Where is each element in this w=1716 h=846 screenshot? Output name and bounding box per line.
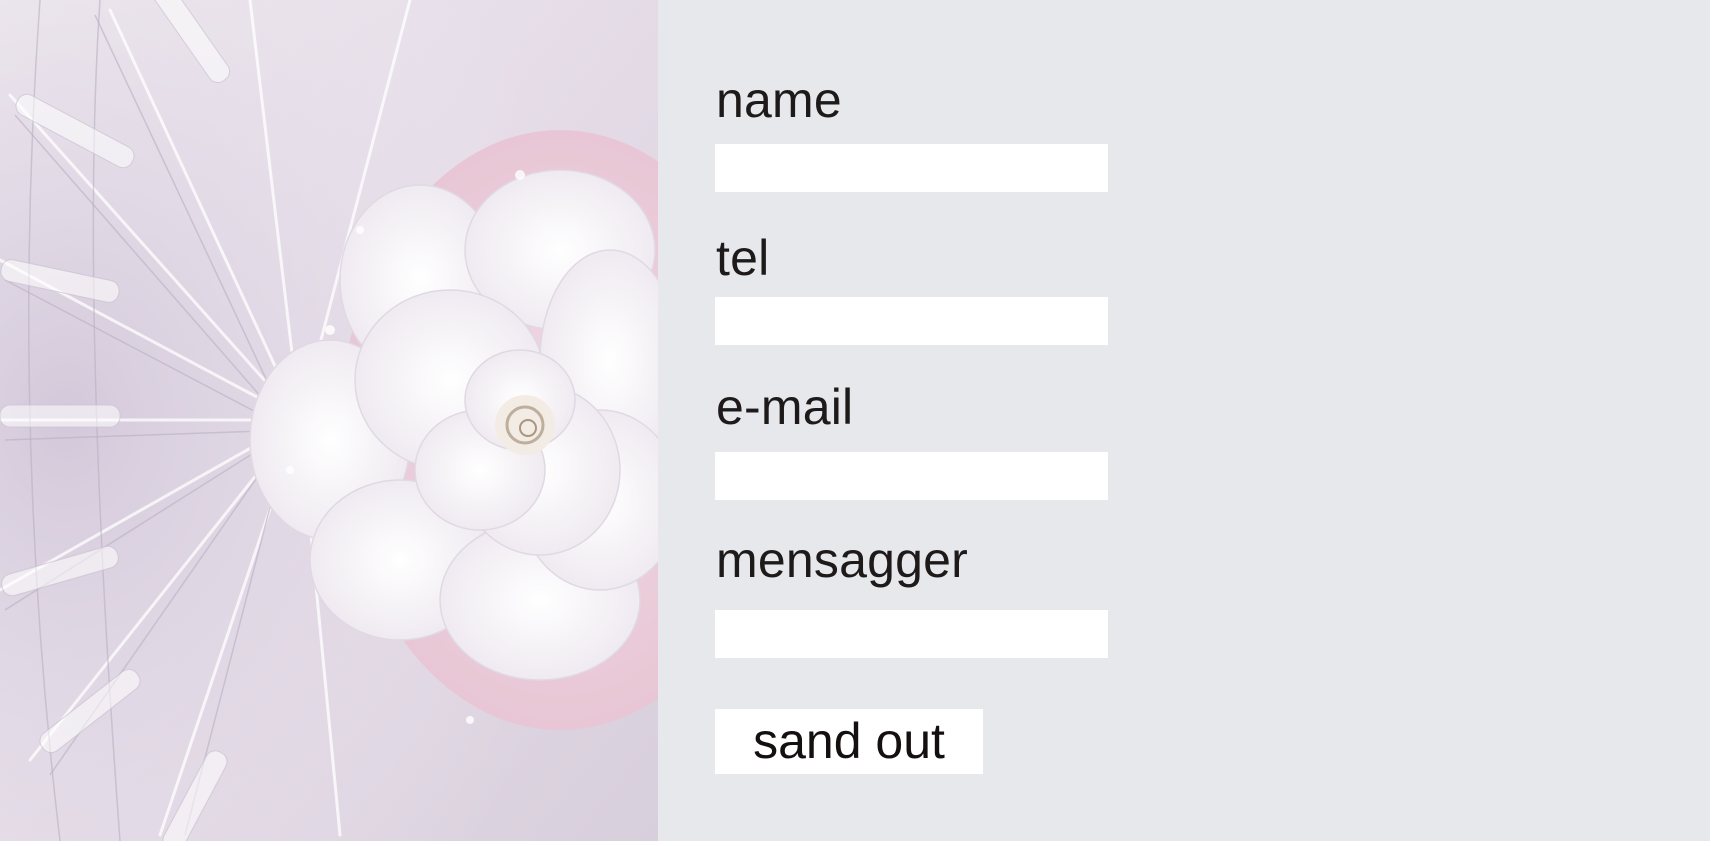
- name-label: name: [716, 72, 842, 128]
- name-input[interactable]: [715, 144, 1108, 192]
- message-input[interactable]: [715, 610, 1108, 658]
- message-label: mensagger: [716, 532, 968, 588]
- email-label: e-mail: [716, 379, 854, 435]
- tel-label: tel: [716, 230, 770, 286]
- bottom-border: [0, 841, 1716, 846]
- right-border: [1710, 0, 1716, 846]
- send-button[interactable]: sand out: [715, 709, 983, 774]
- contact-page: name tel e-mail mensagger sand out: [0, 0, 1716, 846]
- tel-input[interactable]: [715, 297, 1108, 345]
- email-input[interactable]: [715, 452, 1108, 500]
- flower-hero-image: [0, 0, 658, 841]
